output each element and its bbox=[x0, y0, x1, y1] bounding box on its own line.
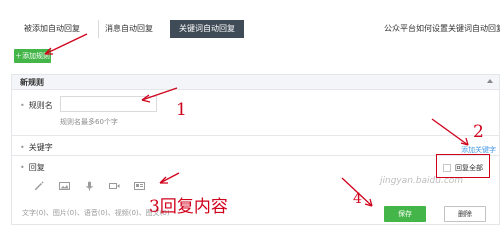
add-rule-button[interactable]: ＋添加规则 bbox=[14, 49, 51, 63]
help-link[interactable]: 公众平台如何设置关键词自动回复 bbox=[384, 20, 500, 38]
tab-follow-auto-reply[interactable]: 被添加自动回复 bbox=[24, 20, 80, 38]
panel-title: 新规则 bbox=[20, 78, 44, 87]
news-icon[interactable] bbox=[134, 181, 145, 191]
new-rule-panel: 新规则 • 规则名 规则名最多60个字 • 关键字 添加关键字 • 回复 回复全部 bbox=[11, 74, 500, 225]
save-button[interactable]: 保存 bbox=[384, 206, 426, 222]
divider bbox=[12, 155, 499, 156]
reply-stats: 文字(0)、图片(0)、语音(0)、视频(0)、图文(0) bbox=[22, 209, 170, 217]
add-keyword-link[interactable]: 添加关键字 bbox=[461, 145, 496, 155]
pencil-icon[interactable] bbox=[34, 181, 45, 191]
bullet-icon: • bbox=[20, 101, 25, 110]
watermark: jingyan.baidu.com bbox=[380, 176, 464, 186]
tab-message-auto-reply[interactable]: 消息自动回复 bbox=[98, 20, 153, 38]
reply-all-label: 回复全部 bbox=[455, 164, 483, 172]
microphone-icon[interactable] bbox=[84, 181, 95, 191]
bullet-icon: • bbox=[20, 143, 25, 152]
collapse-icon[interactable] bbox=[487, 79, 493, 83]
tab-keyword-auto-reply[interactable]: 关键词自动回复 bbox=[170, 20, 244, 38]
rule-name-label: • 规则名 bbox=[20, 101, 53, 110]
keyword-label: • 关键字 bbox=[20, 143, 53, 152]
delete-button[interactable]: 删除 bbox=[444, 206, 486, 222]
reply-all-checkbox[interactable] bbox=[443, 164, 451, 172]
divider bbox=[12, 135, 499, 136]
rule-name-hint: 规则名最多60个字 bbox=[60, 118, 118, 126]
bullet-icon: • bbox=[20, 163, 25, 172]
tab-bar: 被添加自动回复 消息自动回复 关键词自动回复 公众平台如何设置关键词自动回复 bbox=[14, 20, 500, 38]
rule-name-input[interactable] bbox=[60, 96, 157, 112]
reply-label: • 回复 bbox=[20, 163, 45, 172]
reply-all-option[interactable]: 回复全部 bbox=[443, 163, 483, 173]
panel-header: 新规则 bbox=[12, 75, 499, 90]
video-icon[interactable] bbox=[109, 181, 120, 191]
image-icon[interactable] bbox=[59, 181, 70, 191]
